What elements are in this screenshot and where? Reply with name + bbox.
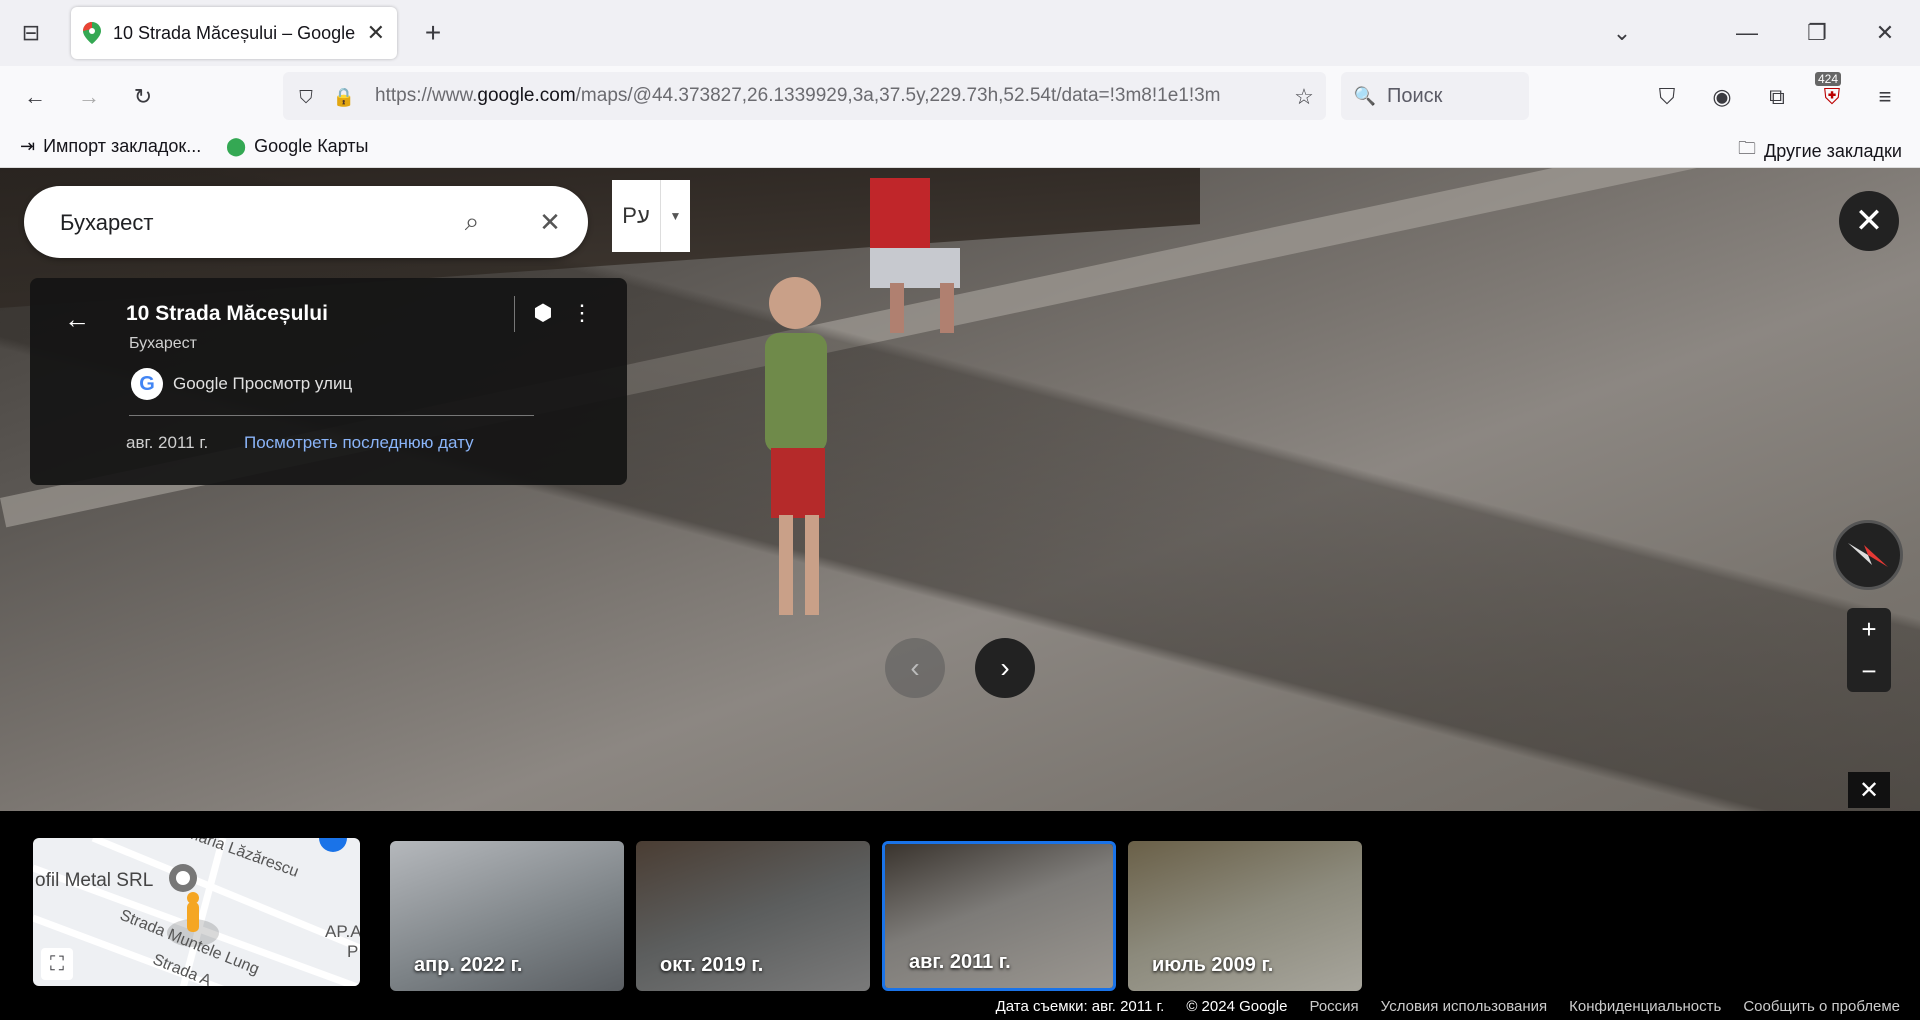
zoom-in-button[interactable]: + <box>1847 608 1891 650</box>
tab-list-icon[interactable]: ⊟ <box>14 18 48 48</box>
maps-pin-icon <box>83 22 101 44</box>
close-timeline-button[interactable]: ✕ <box>1848 772 1890 808</box>
street-view-panorama[interactable]: Бухарест ⌕ ✕ Pע ▼ ← 10 Strada Măceșului … <box>0 168 1920 811</box>
tab-close-icon[interactable]: ✕ <box>367 20 385 46</box>
timeline-thumb[interactable]: апр. 2022 г. <box>390 841 624 991</box>
timeline-date: окт. 2019 г. <box>660 954 764 976</box>
zoom-out-button[interactable]: − <box>1847 650 1891 692</box>
place-city: Бухарест <box>129 335 197 352</box>
location-pin-icon[interactable]: ⬢ <box>528 296 558 330</box>
more-options-icon[interactable]: ⋮ <box>570 296 594 330</box>
report-problem-link[interactable]: Сообщить о проблеме <box>1743 998 1900 1020</box>
other-bookmarks[interactable]: 🗀 Другие закладки <box>1738 136 1902 166</box>
timeline-date: авг. 2011 г. <box>909 951 1011 973</box>
browser-chrome: ⊟ 10 Strada Măceșului – Google К ✕ + ⌄ —… <box>0 0 1920 168</box>
capture-date: авг. 2011 г. <box>126 433 209 452</box>
map-label: ofil Metal SRL <box>35 870 154 891</box>
timeline-thumb[interactable]: июль 2009 г. <box>1128 841 1362 991</box>
map-label: P <box>347 942 359 961</box>
menu-icon[interactable]: ≡ <box>1868 80 1902 114</box>
divider <box>514 296 515 332</box>
bookmark-label: Google Карты <box>254 136 369 156</box>
expand-map-icon[interactable]: ⛶ <box>41 948 73 980</box>
browser-tab[interactable]: 10 Strada Măceșului – Google К ✕ <box>71 7 397 59</box>
reload-icon[interactable]: ↻ <box>126 80 160 114</box>
timeline-thumb-selected[interactable]: авг. 2011 г. <box>882 841 1116 991</box>
minimap[interactable]: ofil Metal SRL Maria Lăzărescu Strada Mu… <box>33 838 360 986</box>
compass-needle-icon <box>1848 543 1888 567</box>
folder-icon: 🗀 <box>1738 138 1756 158</box>
account-icon[interactable]: ◉ <box>1705 80 1739 114</box>
copyright: © 2024 Google <box>1186 998 1288 1015</box>
bookmark-label: Импорт закладок... <box>43 136 202 156</box>
bookmark-import[interactable]: ⇥ Импорт закладок... <box>20 136 201 157</box>
seated-child-figure <box>870 178 960 333</box>
place-info-panel: ← 10 Strada Măceșului Бухарест ⬢ ⋮ G Goo… <box>30 278 627 485</box>
privacy-link[interactable]: Конфиденциальность <box>1569 998 1721 1020</box>
search-engine-icon: 🔍 <box>1353 85 1377 106</box>
minimize-icon[interactable]: — <box>1730 18 1764 48</box>
close-street-view-button[interactable]: ✕ <box>1839 191 1899 251</box>
navigation-bar: ← → ↻ ⛉ 🔒 https://www.google.com/maps/@4… <box>0 66 1920 128</box>
extensions-icon[interactable]: ⧉ <box>1760 80 1794 114</box>
back-arrow-icon[interactable]: ← <box>60 302 94 336</box>
google-logo-icon: G <box>131 368 163 400</box>
bookmark-star-icon[interactable]: ☆ <box>1289 82 1319 112</box>
extension-badge: 424 <box>1815 72 1842 86</box>
shield-icon[interactable]: ⛉ <box>293 84 319 110</box>
capture-date-footer: Дата съемки: авг. 2011 г. <box>995 998 1165 1015</box>
maps-footer: Дата съемки: авг. 2011 г. © 2024 Google … <box>0 998 1920 1020</box>
forward-icon[interactable]: → <box>72 80 106 114</box>
tab-overflow-chevron-icon[interactable]: ⌄ <box>1605 18 1639 48</box>
pocket-icon[interactable]: ⛉ <box>1650 80 1684 114</box>
language-label: Pע <box>622 203 650 228</box>
compass-control[interactable] <box>1833 520 1903 590</box>
dropdown-arrow-icon[interactable]: ▼ <box>660 180 690 252</box>
maps-pin-icon: ⬤ <box>226 136 247 156</box>
input-language-selector[interactable]: Pע ▼ <box>612 180 690 252</box>
lock-icon[interactable]: 🔒 <box>331 84 357 110</box>
street-view-source: Google Просмотр улиц <box>173 374 353 393</box>
other-bookmarks-label: Другие закладки <box>1764 140 1902 161</box>
browser-search-field[interactable]: 🔍 Поиск <box>1341 72 1529 120</box>
country-link[interactable]: Россия <box>1309 998 1358 1020</box>
zoom-control: + − <box>1847 608 1891 692</box>
place-name: 10 Strada Măceșului <box>126 302 328 325</box>
next-image-button[interactable]: › <box>975 638 1035 698</box>
see-latest-date-link[interactable]: Посмотреть последнюю дату <box>244 433 474 453</box>
bookmarks-bar: ⇥ Импорт закладок... ⬤ Google Карты 🗀 Др… <box>0 128 1920 168</box>
timeline-thumb[interactable]: окт. 2019 г. <box>636 841 870 991</box>
divider <box>129 415 534 416</box>
person-figure <box>765 277 827 615</box>
search-icon[interactable]: ⌕ <box>454 204 490 240</box>
search-input[interactable]: Бухарест <box>60 210 154 236</box>
tab-title: 10 Strada Măceșului – Google К <box>113 22 361 43</box>
terms-link[interactable]: Условия использования <box>1381 998 1548 1020</box>
timeline-date: апр. 2022 г. <box>414 954 523 976</box>
address-bar[interactable]: ⛉ 🔒 https://www.google.com/maps/@44.3738… <box>283 72 1326 120</box>
bookmark-google-maps[interactable]: ⬤ Google Карты <box>226 136 369 157</box>
maps-search-box[interactable]: Бухарест ⌕ ✕ <box>24 186 588 258</box>
clear-search-icon[interactable]: ✕ <box>532 204 568 240</box>
import-icon: ⇥ <box>20 136 36 156</box>
timeline-date: июль 2009 г. <box>1152 954 1274 976</box>
search-placeholder: Поиск <box>1387 84 1443 107</box>
window-close-icon[interactable]: ✕ <box>1868 18 1902 48</box>
minimap-roads <box>33 838 360 986</box>
restore-icon[interactable]: ❐ <box>1800 18 1834 48</box>
map-label: AP.A <box>325 922 360 941</box>
new-tab-icon[interactable]: + <box>416 17 450 48</box>
tab-bar: ⊟ 10 Strada Măceșului – Google К ✕ + ⌄ —… <box>0 0 1920 66</box>
back-icon[interactable]: ← <box>18 80 52 114</box>
previous-image-button[interactable]: ‹ <box>885 638 945 698</box>
timeline-filmstrip: ofil Metal SRL Maria Lăzărescu Strada Mu… <box>0 811 1920 1020</box>
url-text: https://www.google.com/maps/@44.373827,2… <box>375 85 1221 106</box>
